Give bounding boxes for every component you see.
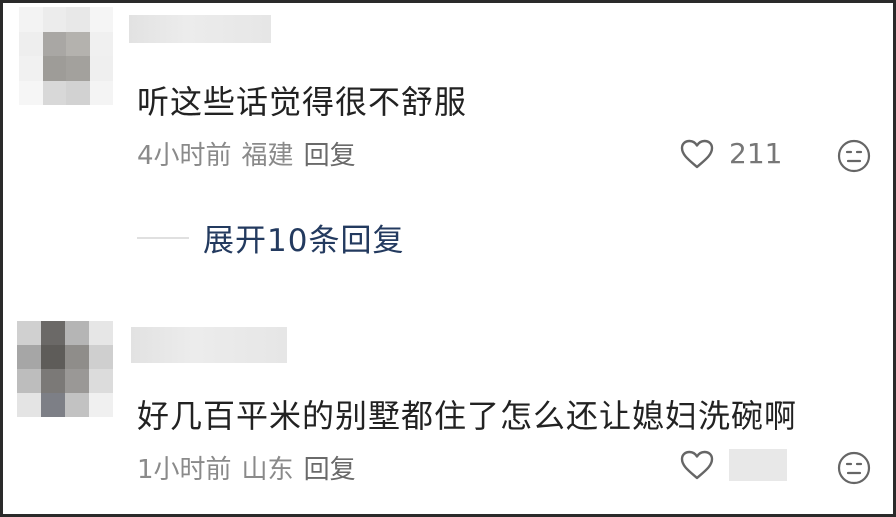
comment-meta: 1小时前 山东 回复: [137, 449, 366, 486]
avatar[interactable]: [19, 7, 113, 105]
like-button[interactable]: [679, 449, 787, 481]
comment-list: 听这些话觉得很不舒服 4小时前 福建 回复 211 展开10条回复 好几百平米的别墅…: [0, 0, 896, 517]
expand-replies-button[interactable]: 展开10条回复: [137, 215, 404, 260]
divider-line: [137, 236, 189, 239]
comment-time: 1小时前: [137, 455, 232, 485]
like-count: 211: [729, 137, 783, 170]
reply-button[interactable]: 回复: [304, 455, 356, 485]
expand-replies-label: 展开10条回复: [203, 223, 405, 259]
heart-outline-icon: [680, 450, 714, 480]
comment-text: 好几百平米的别墅都住了怎么还让媳妇洗碗啊: [137, 397, 798, 435]
unhappy-face-icon[interactable]: [837, 451, 871, 485]
like-count: [729, 449, 787, 481]
like-button[interactable]: 211: [679, 137, 782, 170]
username[interactable]: [129, 15, 271, 43]
heart-outline-icon: [680, 139, 714, 168]
comment-time: 4小时前: [137, 141, 232, 171]
comment-location: 山东: [241, 455, 294, 485]
unhappy-face-icon[interactable]: [837, 139, 871, 173]
avatar[interactable]: [17, 321, 113, 417]
comment-meta: 4小时前 福建 回复: [137, 135, 366, 172]
username[interactable]: [131, 327, 287, 363]
reply-button[interactable]: 回复: [304, 141, 356, 171]
comment-location: 福建: [241, 141, 294, 171]
comment-text: 听这些话觉得很不舒服: [137, 83, 468, 121]
